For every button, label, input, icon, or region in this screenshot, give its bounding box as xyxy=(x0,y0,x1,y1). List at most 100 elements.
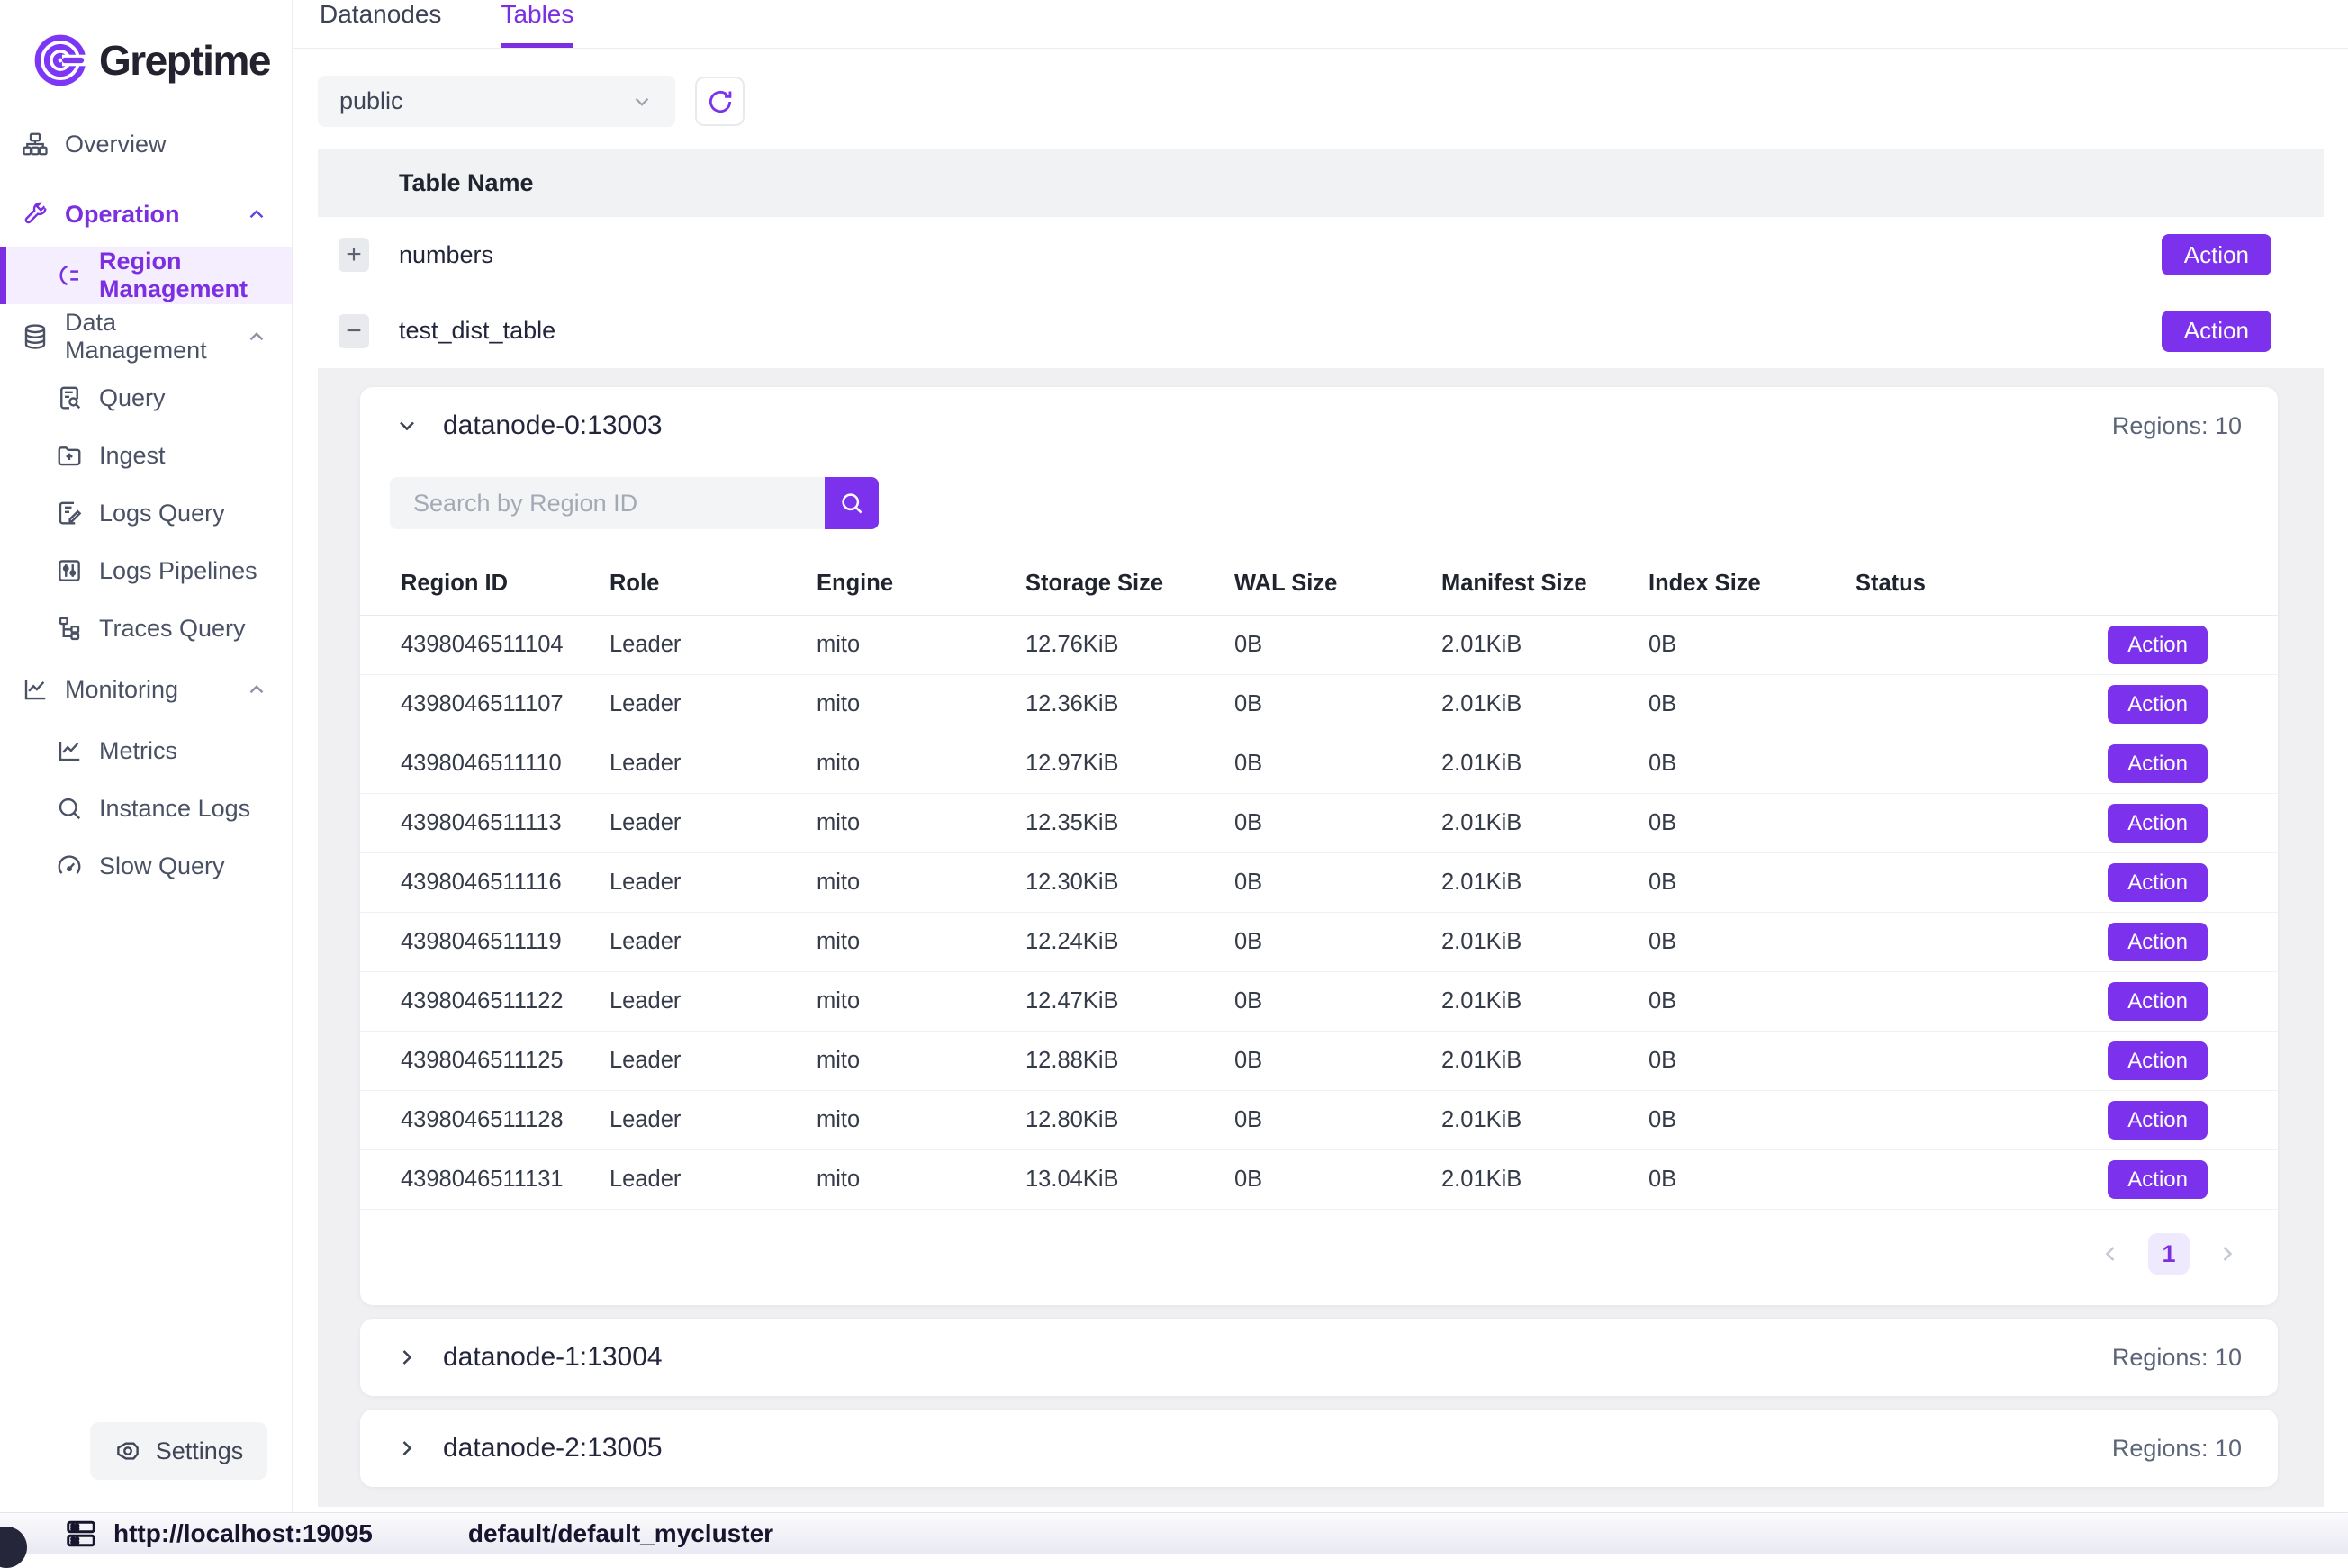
sidebar-item-data-management[interactable]: Data Management xyxy=(0,308,292,365)
status-bar: http://localhost:19095 default/default_m… xyxy=(0,1512,2348,1554)
main-content: Datanodes Tables public Table Name + num… xyxy=(293,0,2348,1512)
action-button[interactable]: Action xyxy=(2108,626,2208,664)
sidebar-item-label: Slow Query xyxy=(99,852,225,880)
sidebar-item-monitoring[interactable]: Monitoring xyxy=(0,661,292,718)
server-url[interactable]: http://localhost:19095 xyxy=(113,1519,373,1548)
region-wal-size: 0B xyxy=(1234,810,1441,836)
region-storage-size: 12.76KiB xyxy=(1025,632,1234,658)
region-wal-size: 0B xyxy=(1234,691,1441,717)
table-name: numbers xyxy=(399,241,493,269)
region-role: Leader xyxy=(610,870,817,896)
sidebar-item-slow-query[interactable]: Slow Query xyxy=(0,837,292,895)
magnifier-icon xyxy=(56,795,83,822)
region-search-input[interactable] xyxy=(390,477,825,529)
chevron-right-icon xyxy=(394,1345,420,1370)
sidebar-item-logs-pipelines[interactable]: Logs Pipelines xyxy=(0,542,292,599)
datanode-2-header[interactable]: datanode-2:13005 Regions: 10 xyxy=(360,1410,2278,1487)
region-engine: mito xyxy=(817,810,1025,836)
region-storage-size: 12.24KiB xyxy=(1025,929,1234,955)
sidebar-item-label: Ingest xyxy=(99,442,166,470)
region-storage-size: 12.88KiB xyxy=(1025,1048,1234,1074)
cluster-name[interactable]: default/default_mycluster xyxy=(468,1519,773,1548)
sidebar-item-ingest[interactable]: Ingest xyxy=(0,427,292,484)
region-index-size: 0B xyxy=(1648,988,1856,1014)
next-page-icon[interactable] xyxy=(2215,1241,2240,1266)
datanode-1-header[interactable]: datanode-1:13004 Regions: 10 xyxy=(360,1319,2278,1396)
region-index-size: 0B xyxy=(1648,870,1856,896)
page-number[interactable]: 1 xyxy=(2148,1233,2190,1275)
sidebar-item-metrics[interactable]: Metrics xyxy=(0,722,292,779)
region-index-size: 0B xyxy=(1648,751,1856,777)
region-engine: mito xyxy=(817,870,1025,896)
region-search-button[interactable] xyxy=(825,477,879,529)
action-button[interactable]: Action xyxy=(2162,234,2271,275)
settings-button[interactable]: Settings xyxy=(90,1422,267,1480)
region-engine: mito xyxy=(817,929,1025,955)
region-id: 4398046511122 xyxy=(401,988,610,1014)
col-role: Role xyxy=(610,571,817,597)
region-id: 4398046511131 xyxy=(401,1167,610,1193)
sidebar-item-logs-query[interactable]: Logs Query xyxy=(0,484,292,542)
brand-logo: Greptime xyxy=(0,0,292,115)
schema-select[interactable]: public xyxy=(318,76,675,127)
refresh-button[interactable] xyxy=(695,77,745,126)
sidebar-item-region-management[interactable]: Region Management xyxy=(0,247,292,304)
region-role: Leader xyxy=(610,1107,817,1133)
chevron-up-icon[interactable] xyxy=(245,203,268,226)
chevron-up-icon[interactable] xyxy=(245,325,268,348)
region-row: 4398046511107 Leader mito 12.36KiB 0B 2.… xyxy=(360,675,2278,734)
datanodes-section: datanode-0:13003 Regions: 10 xyxy=(318,368,2324,1507)
region-engine: mito xyxy=(817,691,1025,717)
action-button[interactable]: Action xyxy=(2108,863,2208,902)
tables-header: Table Name xyxy=(318,149,2324,217)
regions-count: Regions: 10 xyxy=(2112,1344,2242,1372)
tab-tables[interactable]: Tables xyxy=(501,0,573,48)
speedometer-icon xyxy=(56,852,83,879)
region-manifest-size: 2.01KiB xyxy=(1441,1048,1648,1074)
previous-page-icon[interactable] xyxy=(2098,1241,2123,1266)
server-icon xyxy=(65,1518,97,1550)
action-button[interactable]: Action xyxy=(2108,1041,2208,1080)
sidebar-item-query[interactable]: Query xyxy=(0,369,292,427)
tab-bar: Datanodes Tables xyxy=(293,0,2348,49)
region-manifest-size: 2.01KiB xyxy=(1441,1167,1648,1193)
chevron-up-icon[interactable] xyxy=(245,678,268,701)
sidebar-item-traces-query[interactable]: Traces Query xyxy=(0,599,292,657)
datanode-0-header[interactable]: datanode-0:13003 Regions: 10 xyxy=(360,387,2278,464)
regions-count: Regions: 10 xyxy=(2112,1435,2242,1463)
region-role: Leader xyxy=(610,810,817,836)
sidebar-item-overview[interactable]: Overview xyxy=(0,115,292,173)
sidebar-item-label: Monitoring xyxy=(65,676,178,704)
action-button[interactable]: Action xyxy=(2108,685,2208,724)
ingest-icon xyxy=(56,442,83,469)
action-button[interactable]: Action xyxy=(2108,982,2208,1021)
region-wal-size: 0B xyxy=(1234,1048,1441,1074)
region-index-size: 0B xyxy=(1648,929,1856,955)
wrench-icon xyxy=(22,201,49,228)
action-button[interactable]: Action xyxy=(2108,804,2208,843)
collapse-minus-icon[interactable]: − xyxy=(339,314,369,348)
action-button[interactable]: Action xyxy=(2108,1101,2208,1140)
region-engine: mito xyxy=(817,1048,1025,1074)
region-storage-size: 12.97KiB xyxy=(1025,751,1234,777)
regions-count: Regions: 10 xyxy=(2112,412,2242,440)
chevron-down-icon xyxy=(630,90,654,113)
sidebar-item-operation[interactable]: Operation xyxy=(0,185,292,243)
col-region-id: Region ID xyxy=(401,571,610,597)
action-button[interactable]: Action xyxy=(2108,1160,2208,1199)
region-wal-size: 0B xyxy=(1234,751,1441,777)
action-button[interactable]: Action xyxy=(2108,744,2208,783)
sidebar-item-instance-logs[interactable]: Instance Logs xyxy=(0,779,292,837)
region-engine: mito xyxy=(817,1107,1025,1133)
pagination: 1 xyxy=(360,1210,2278,1302)
action-button[interactable]: Action xyxy=(2162,311,2271,352)
region-index-size: 0B xyxy=(1648,810,1856,836)
expand-plus-icon[interactable]: + xyxy=(339,238,369,272)
region-row: 4398046511122 Leader mito 12.47KiB 0B 2.… xyxy=(360,972,2278,1032)
search-icon xyxy=(838,490,865,517)
tab-datanodes[interactable]: Datanodes xyxy=(320,0,441,48)
region-id: 4398046511104 xyxy=(401,632,610,658)
col-storage-size: Storage Size xyxy=(1025,571,1234,597)
action-button[interactable]: Action xyxy=(2108,923,2208,961)
region-table-header: Region ID Role Engine Storage Size WAL S… xyxy=(360,553,2278,616)
